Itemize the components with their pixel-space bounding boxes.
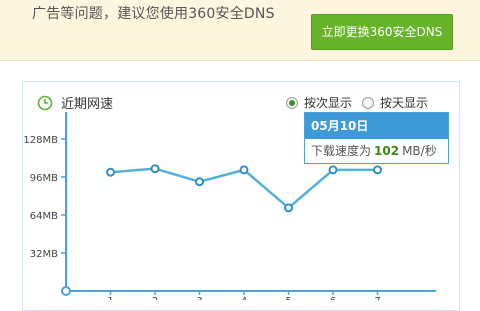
y-tick-label: 64MB xyxy=(30,211,58,222)
tooltip-unit: MB/秒 xyxy=(402,144,437,158)
data-point xyxy=(373,165,382,175)
x-tick-label: 3 xyxy=(196,296,202,300)
x-tick-label: 6 xyxy=(330,296,336,300)
x-tick-label: 2 xyxy=(152,296,158,300)
x-tick-label: 7 xyxy=(374,296,380,300)
y-tick-label: 128MB xyxy=(23,135,58,146)
tooltip-prefix: 下载速度为 xyxy=(311,144,372,158)
data-point xyxy=(239,165,249,175)
tooltip-body: 下载速度为 102 MB/秒 xyxy=(305,139,448,163)
x-tick-label: 1 xyxy=(107,296,113,300)
x-tick-label: 5 xyxy=(285,296,291,300)
speed-tooltip: 05月10日 下载速度为 102 MB/秒 xyxy=(304,112,449,164)
data-point xyxy=(195,177,204,187)
series-line xyxy=(110,167,378,210)
axis-origin-point xyxy=(61,286,71,296)
data-point xyxy=(328,165,338,175)
y-tick-label: 96MB xyxy=(30,173,58,184)
data-point xyxy=(150,164,160,174)
tooltip-date: 05月10日 xyxy=(305,113,448,139)
tooltip-speed-value: 102 xyxy=(374,144,400,158)
data-point xyxy=(106,167,115,177)
y-tick-label: 32MB xyxy=(30,249,58,260)
data-point xyxy=(284,203,293,213)
x-tick-label: 4 xyxy=(241,296,247,300)
